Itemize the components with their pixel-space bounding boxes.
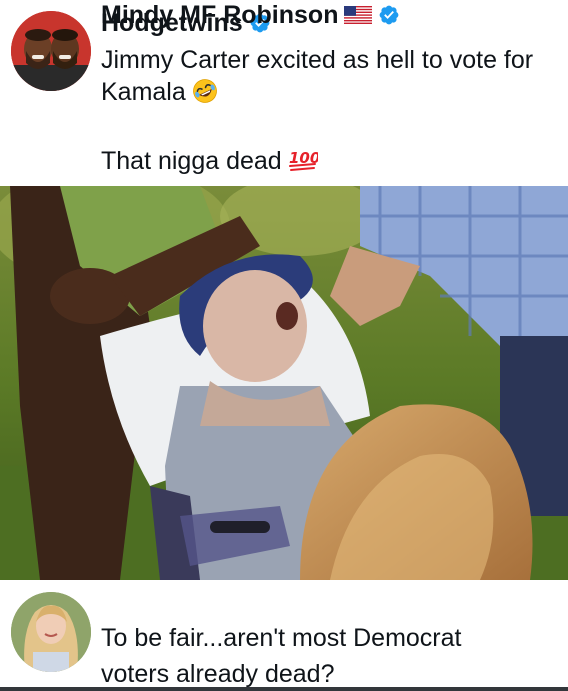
tweet-text-line: voters already dead? xyxy=(101,660,335,688)
tweet-media-image[interactable] xyxy=(0,186,568,580)
hundred-points-emoji-icon: 100 xyxy=(288,149,318,171)
video-still-image xyxy=(0,186,568,580)
tweet-text-line: Jimmy Carter excited as hell to vote for xyxy=(101,46,534,74)
tweet-text-line: Kamala xyxy=(101,76,218,108)
author-avatar[interactable] xyxy=(11,11,91,91)
tweet-text-segment: Kamala xyxy=(101,78,186,106)
tweet-text-line: To be fair...aren't most Democrat xyxy=(101,624,462,652)
avatar-woman-icon xyxy=(11,592,91,672)
avatar-two-men-icon xyxy=(11,11,91,91)
verified-badge-icon xyxy=(380,5,399,25)
author-avatar[interactable] xyxy=(11,592,91,672)
author-row: Mindy MF Robinson xyxy=(101,0,400,30)
divider xyxy=(0,687,568,691)
tweet-text-line: That nigga dead 100 xyxy=(101,145,318,177)
tweet-text-segment: That nigga dead xyxy=(101,147,282,175)
rolling-on-floor-laughing-emoji-icon xyxy=(192,79,217,103)
us-flag-icon xyxy=(344,6,373,24)
author-name[interactable]: Mindy MF Robinson xyxy=(101,0,338,30)
